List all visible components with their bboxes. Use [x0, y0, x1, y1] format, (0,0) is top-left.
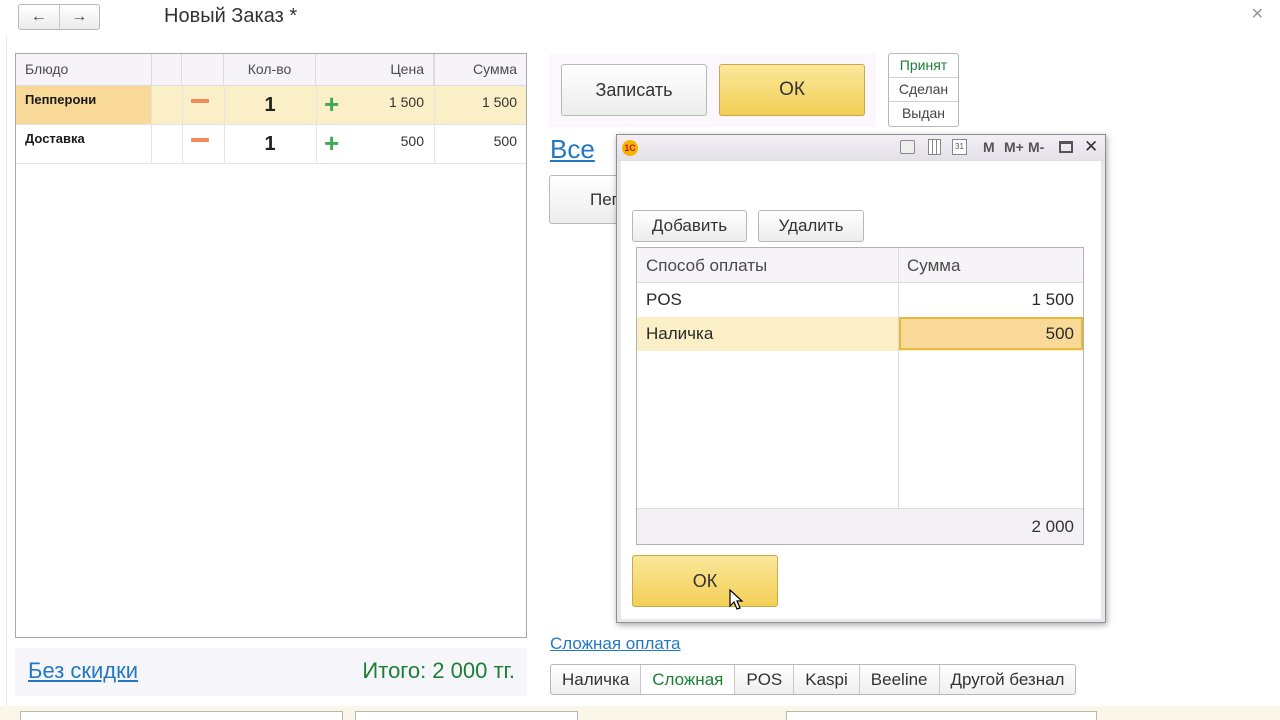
calendar-icon[interactable]: 31 [952, 139, 967, 155]
minus-icon[interactable] [191, 138, 209, 142]
bottom-panel [0, 706, 1280, 720]
cursor-icon [729, 589, 744, 610]
payments-total: 2 000 [1031, 517, 1074, 536]
delete-button[interactable]: Удалить [758, 210, 864, 242]
payments-table-header: Способ оплаты Сумма [637, 248, 1083, 283]
maximize-icon[interactable] [1059, 141, 1073, 153]
close-icon[interactable]: ✕ [1084, 137, 1098, 157]
dish-name: Доставка [25, 131, 85, 146]
payment-dialog: 1C 31 M M+ M- ✕ Добавить Удалить Способ … [616, 134, 1106, 623]
status-issued[interactable]: Выдан [889, 102, 958, 126]
arrow-left-icon: ← [30, 8, 47, 25]
dialog-body: Добавить Удалить Способ оплаты Сумма POS… [621, 161, 1101, 619]
column-header-payment-method[interactable]: Способ оплаты [646, 256, 767, 276]
left-border [6, 36, 7, 716]
tab-cash[interactable]: Наличка [551, 665, 642, 694]
dialog-ok-button[interactable]: ОК [632, 555, 778, 607]
dish-name: Пепперони [16, 86, 151, 124]
bottom-button-group[interactable] [355, 711, 578, 720]
table-row[interactable]: Наличка 500 [637, 317, 1083, 351]
complex-payment-link[interactable]: Сложная оплата [550, 634, 681, 654]
memory-button-m-plus[interactable]: M+ [1004, 139, 1024, 155]
price-value: 500 [400, 133, 424, 149]
category-all-link[interactable]: Все [550, 134, 595, 165]
payment-method: Наличка [646, 324, 714, 343]
status-done[interactable]: Сделан [889, 78, 958, 102]
plus-icon[interactable]: + [324, 128, 339, 159]
payment-amount-input[interactable]: 500 [899, 317, 1083, 350]
add-button[interactable]: Добавить [632, 210, 747, 242]
column-divider [898, 248, 899, 544]
bottom-tab-group[interactable] [786, 711, 1097, 720]
memory-button-m-minus[interactable]: M- [1028, 139, 1044, 155]
tab-complex[interactable]: Сложная [641, 665, 736, 694]
order-total: Итого: 2 000 тг. [362, 658, 515, 683]
tab-pos[interactable]: POS [735, 665, 795, 694]
row-divider [182, 86, 183, 164]
nav-buttons: ← → [18, 4, 100, 30]
status-switch: Принят Сделан Выдан [888, 53, 959, 127]
discount-link[interactable]: Без скидки [28, 658, 138, 684]
quantity-value: 1 [264, 133, 276, 155]
forward-button[interactable]: → [58, 5, 100, 29]
close-icon[interactable]: ✕ [1251, 4, 1264, 24]
column-header-blank-1 [152, 54, 182, 85]
1c-logo-icon: 1C [622, 140, 638, 156]
column-header-sum[interactable]: Сумма [434, 54, 526, 85]
payments-table: Способ оплаты Сумма POS 1 500 Наличка 50… [636, 247, 1084, 545]
column-header-price[interactable]: Цена [376, 54, 434, 85]
column-header-dish[interactable]: Блюдо [16, 54, 152, 85]
column-header-amount[interactable]: Сумма [907, 256, 960, 276]
price-value: 1 500 [388, 94, 424, 110]
page-title: Новый Заказ * [164, 5, 298, 27]
minus-icon[interactable] [191, 99, 209, 103]
calculator-icon[interactable] [928, 139, 941, 155]
payment-amount: 1 500 [1031, 290, 1074, 309]
payment-method: POS [646, 290, 682, 309]
column-header-qty[interactable]: Кол-во [224, 54, 316, 85]
tab-kaspi[interactable]: Kaspi [794, 665, 860, 694]
row-divider [434, 86, 435, 164]
row-divider [151, 86, 152, 164]
write-button[interactable]: Записать [561, 64, 707, 116]
sum-value: 500 [493, 133, 517, 149]
print-icon[interactable] [900, 140, 915, 154]
row-divider [316, 86, 317, 164]
bottom-input[interactable] [20, 711, 343, 720]
sum-value: 1 500 [481, 94, 517, 110]
status-accepted[interactable]: Принят [889, 54, 958, 78]
payment-type-tabs: Наличка Сложная POS Kaspi Beeline Другой… [550, 664, 1077, 695]
order-table-header: Блюдо Кол-во Цена Сумма [16, 54, 526, 86]
plus-icon[interactable]: + [324, 89, 339, 120]
memory-button-m[interactable]: M [983, 139, 995, 155]
order-footer: Без скидки Итого: 2 000 тг. [15, 648, 527, 696]
quantity-value: 1 [264, 94, 276, 116]
back-button[interactable]: ← [19, 5, 59, 29]
arrow-right-icon: → [71, 8, 88, 25]
column-header-blank-2 [182, 54, 224, 85]
row-divider [224, 86, 225, 164]
payments-total-row: 2 000 [637, 508, 1083, 544]
tab-beeline[interactable]: Beeline [860, 665, 940, 694]
order-table: Блюдо Кол-во Цена Сумма Пепперони 1 + 1 … [15, 53, 527, 638]
dialog-titlebar: 1C 31 M M+ M- ✕ [617, 135, 1105, 161]
table-row[interactable]: Пепперони 1 + 1 500 1 500 [16, 86, 526, 125]
ok-button[interactable]: ОК [719, 64, 865, 116]
tab-other-cashless[interactable]: Другой безнал [940, 665, 1076, 694]
table-row[interactable]: POS 1 500 [637, 283, 1083, 317]
table-row[interactable]: Доставка 1 + 500 500 [16, 125, 526, 164]
